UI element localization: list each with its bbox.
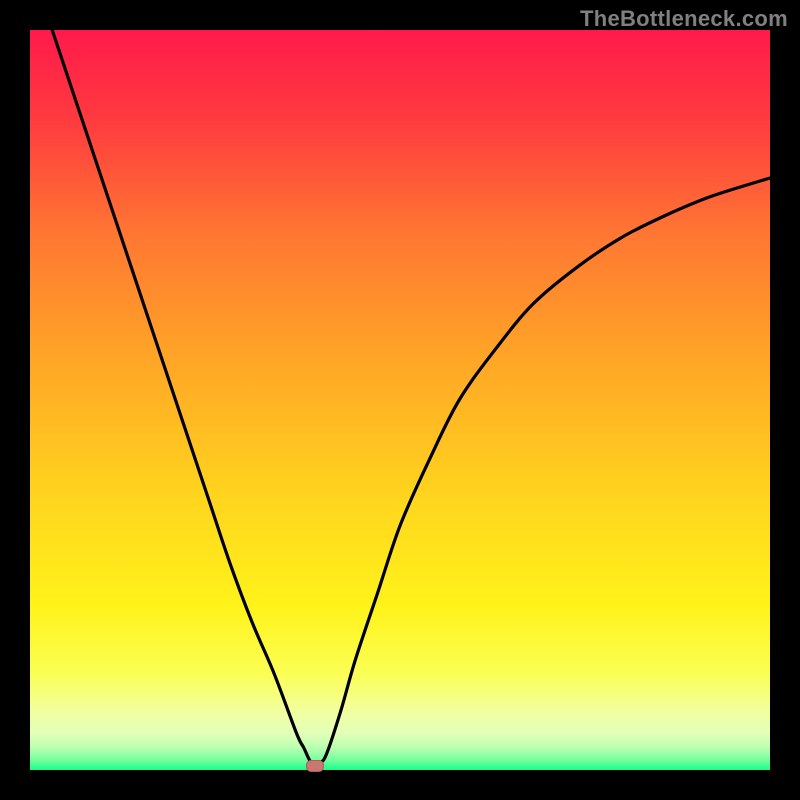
- minimum-marker: [306, 760, 324, 772]
- bottleneck-curve: [30, 30, 770, 770]
- watermark-text: TheBottleneck.com: [580, 6, 788, 32]
- chart-frame: TheBottleneck.com: [0, 0, 800, 800]
- plot-area: [30, 30, 770, 770]
